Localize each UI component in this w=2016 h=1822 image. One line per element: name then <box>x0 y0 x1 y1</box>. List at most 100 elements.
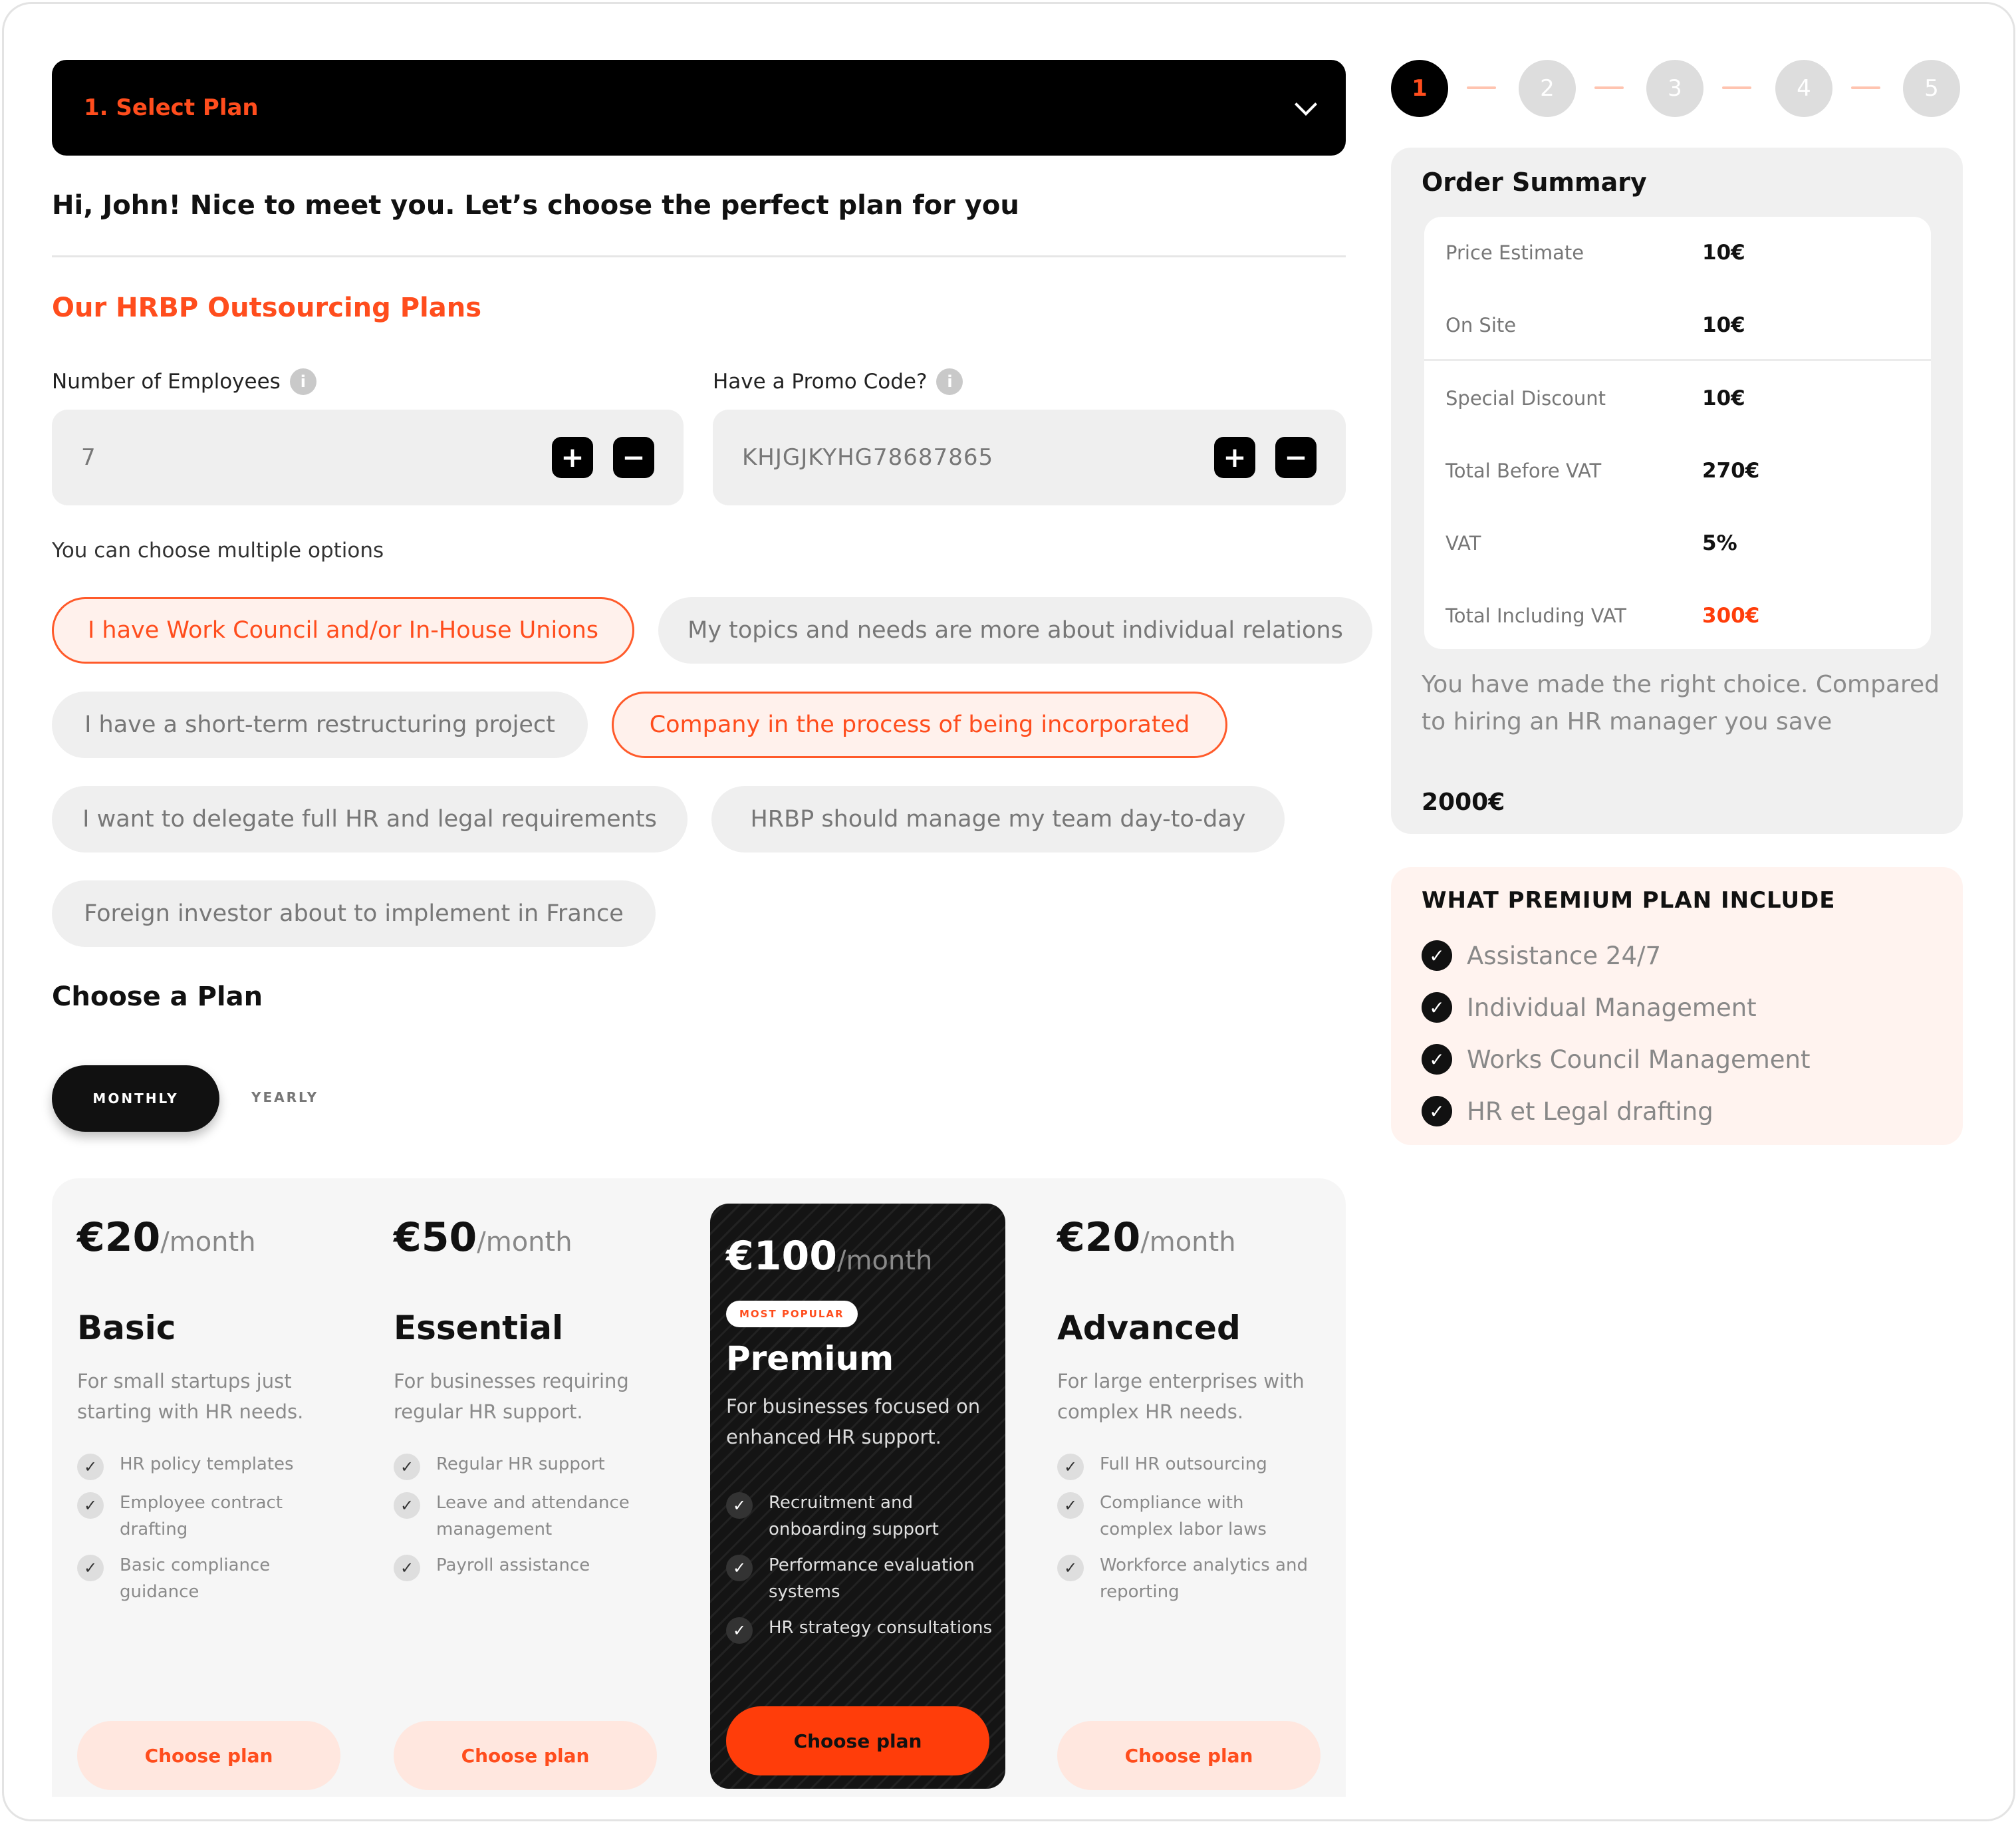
minus-button[interactable]: − <box>1275 437 1317 478</box>
include-item: ✓ Assistance 24/7 <box>1422 940 1661 971</box>
option-chip[interactable]: I want to delegate full HR and legal req… <box>52 786 688 852</box>
choose-plan-title: Choose a Plan <box>52 981 263 1012</box>
feature-text: Basic compliance guidance <box>120 1555 271 1602</box>
include-text: HR et Legal drafting <box>1467 1097 1713 1126</box>
price-amount: €100 <box>726 1233 837 1279</box>
options-hint: You can choose multiple options <box>52 539 384 563</box>
plan-feature: ✓ Full HR outsourcing <box>1057 1451 1310 1480</box>
section-title: Our HRBP Outsourcing Plans <box>52 293 481 323</box>
employees-label-text: Number of Employees <box>52 370 281 394</box>
step-indicator[interactable]: 5 <box>1903 60 1960 117</box>
premium-includes-title: WHAT PREMIUM PLAN INCLUDE <box>1422 887 1836 914</box>
price-amount: €20 <box>1057 1214 1141 1261</box>
step-connector <box>1722 86 1751 89</box>
price-amount: €20 <box>77 1214 161 1261</box>
summary-row: Total Including VAT 300€ <box>1446 596 1911 636</box>
check-icon: ✓ <box>1057 1454 1084 1480</box>
savings-amount: 2000€ <box>1422 789 1505 816</box>
yearly-toggle[interactable]: YEARLY <box>251 1089 318 1105</box>
chevron-down-icon[interactable] <box>1295 93 1317 116</box>
feature-text: Employee contract drafting <box>120 1493 283 1539</box>
option-chip[interactable]: My topics and needs are more about indiv… <box>658 597 1372 664</box>
feature-text: HR strategy consultations <box>769 1618 992 1638</box>
plan-price: €20/month <box>77 1214 256 1261</box>
price-period: /month <box>1140 1227 1236 1257</box>
check-icon: ✓ <box>1422 1044 1452 1075</box>
plan-card-premium: €100/month MOST POPULAR Premium For busi… <box>710 1204 1005 1789</box>
info-icon[interactable]: i <box>936 368 963 395</box>
price-period: /month <box>837 1245 933 1276</box>
order-summary-panel: Order Summary Price Estimate 10€ On Site 1… <box>1391 148 1963 834</box>
plan-price: €50/month <box>394 1214 572 1261</box>
order-summary-title: Order Summary <box>1422 168 1647 197</box>
check-icon: ✓ <box>726 1492 753 1519</box>
divider <box>52 255 1346 257</box>
employees-label: Number of Employees i <box>52 368 316 395</box>
summary-value: 5% <box>1702 531 1737 555</box>
greeting-text: Hi, John! Nice to meet you. Let’s choose… <box>52 190 1019 221</box>
plan-description: For large enterprises with complex HR ne… <box>1057 1370 1305 1423</box>
feature-text: Performance evaluation systems <box>769 1555 975 1602</box>
premium-includes-panel: WHAT PREMIUM PLAN INCLUDE ✓ Assistance 24… <box>1391 867 1963 1145</box>
step-indicator-active[interactable]: 1 <box>1391 60 1448 117</box>
summary-row: Price Estimate 10€ <box>1446 233 1911 273</box>
info-icon[interactable]: i <box>289 368 316 395</box>
step-indicator[interactable]: 4 <box>1775 60 1832 117</box>
order-summary-table: Price Estimate 10€ On Site 10€ Special Dis… <box>1424 217 1931 649</box>
plan-card-advanced: €20/month Advanced For large enterprises… <box>1032 1178 1324 1790</box>
promo-label-text: Have a Promo Code? <box>713 370 928 394</box>
plan-price: €20/month <box>1057 1214 1236 1261</box>
include-item: ✓ Works Council Management <box>1422 1044 1811 1075</box>
check-icon: ✓ <box>1057 1555 1084 1581</box>
price-period: /month <box>477 1227 572 1257</box>
promo-label: Have a Promo Code? i <box>713 368 963 395</box>
feature-text: Workforce analytics and reporting <box>1100 1555 1308 1602</box>
step-indicator[interactable]: 2 <box>1519 60 1576 117</box>
check-icon: ✓ <box>726 1617 753 1644</box>
option-chip[interactable]: Company in the process of being incorpor… <box>612 692 1227 758</box>
choose-plan-button[interactable]: Choose plan <box>726 1706 989 1775</box>
summary-label: VAT <box>1446 532 1481 555</box>
savings-note: You have made the right choice. Compared… <box>1422 671 1940 735</box>
employees-input[interactable]: 7 <box>81 444 532 471</box>
summary-row: VAT 5% <box>1446 523 1911 563</box>
minus-button[interactable]: − <box>613 437 654 478</box>
plus-button[interactable]: + <box>1214 437 1255 478</box>
promo-field[interactable]: KHJGJKYHG78687865 + − <box>713 410 1346 505</box>
choose-plan-button[interactable]: Choose plan <box>1057 1721 1321 1790</box>
plan-description: For small startups just starting with HR… <box>77 1370 304 1423</box>
feature-text: Leave and attendance management <box>436 1493 630 1539</box>
employees-field[interactable]: 7 + − <box>52 410 684 505</box>
step-indicator[interactable]: 3 <box>1646 60 1703 117</box>
option-chip[interactable]: Foreign investor about to implement in F… <box>52 880 656 947</box>
plan-name: Essential <box>394 1309 564 1347</box>
most-popular-badge: MOST POPULAR <box>726 1301 858 1327</box>
plan-name: Advanced <box>1057 1309 1241 1347</box>
check-icon: ✓ <box>1422 992 1452 1023</box>
summary-label: Total Before VAT <box>1446 459 1602 482</box>
summary-total-value: 300€ <box>1702 604 1760 628</box>
check-icon: ✓ <box>1057 1492 1084 1519</box>
select-plan-accordion[interactable]: 1. Select Plan <box>52 60 1346 156</box>
summary-row: Total Before VAT 270€ <box>1446 451 1911 491</box>
choose-plan-button[interactable]: Choose plan <box>394 1721 657 1790</box>
check-icon: ✓ <box>394 1454 420 1480</box>
summary-label: Special Discount <box>1446 387 1606 410</box>
plan-feature: ✓ HR strategy consultations <box>726 1615 992 1644</box>
summary-value: 10€ <box>1702 313 1745 337</box>
promo-input[interactable]: KHJGJKYHG78687865 <box>742 444 1194 471</box>
check-icon: ✓ <box>77 1555 104 1581</box>
step-connector <box>1851 86 1880 89</box>
option-chip[interactable]: HRBP should manage my team day-to-day <box>711 786 1285 852</box>
feature-text: Regular HR support <box>436 1454 605 1474</box>
plus-button[interactable]: + <box>552 437 593 478</box>
check-icon: ✓ <box>1422 1096 1452 1126</box>
option-chip[interactable]: I have Work Council and/or In-House Unio… <box>52 597 634 664</box>
plan-feature: ✓ Payroll assistance <box>394 1552 646 1581</box>
monthly-toggle[interactable]: MONTHLY <box>52 1065 219 1132</box>
include-item: ✓ Individual Management <box>1422 992 1757 1023</box>
choose-plan-button[interactable]: Choose plan <box>77 1721 340 1790</box>
plan-feature: ✓ Leave and attendance management <box>394 1490 646 1543</box>
option-chip[interactable]: I have a short-term restructuring projec… <box>52 692 588 758</box>
plan-price: €100/month <box>726 1233 932 1279</box>
